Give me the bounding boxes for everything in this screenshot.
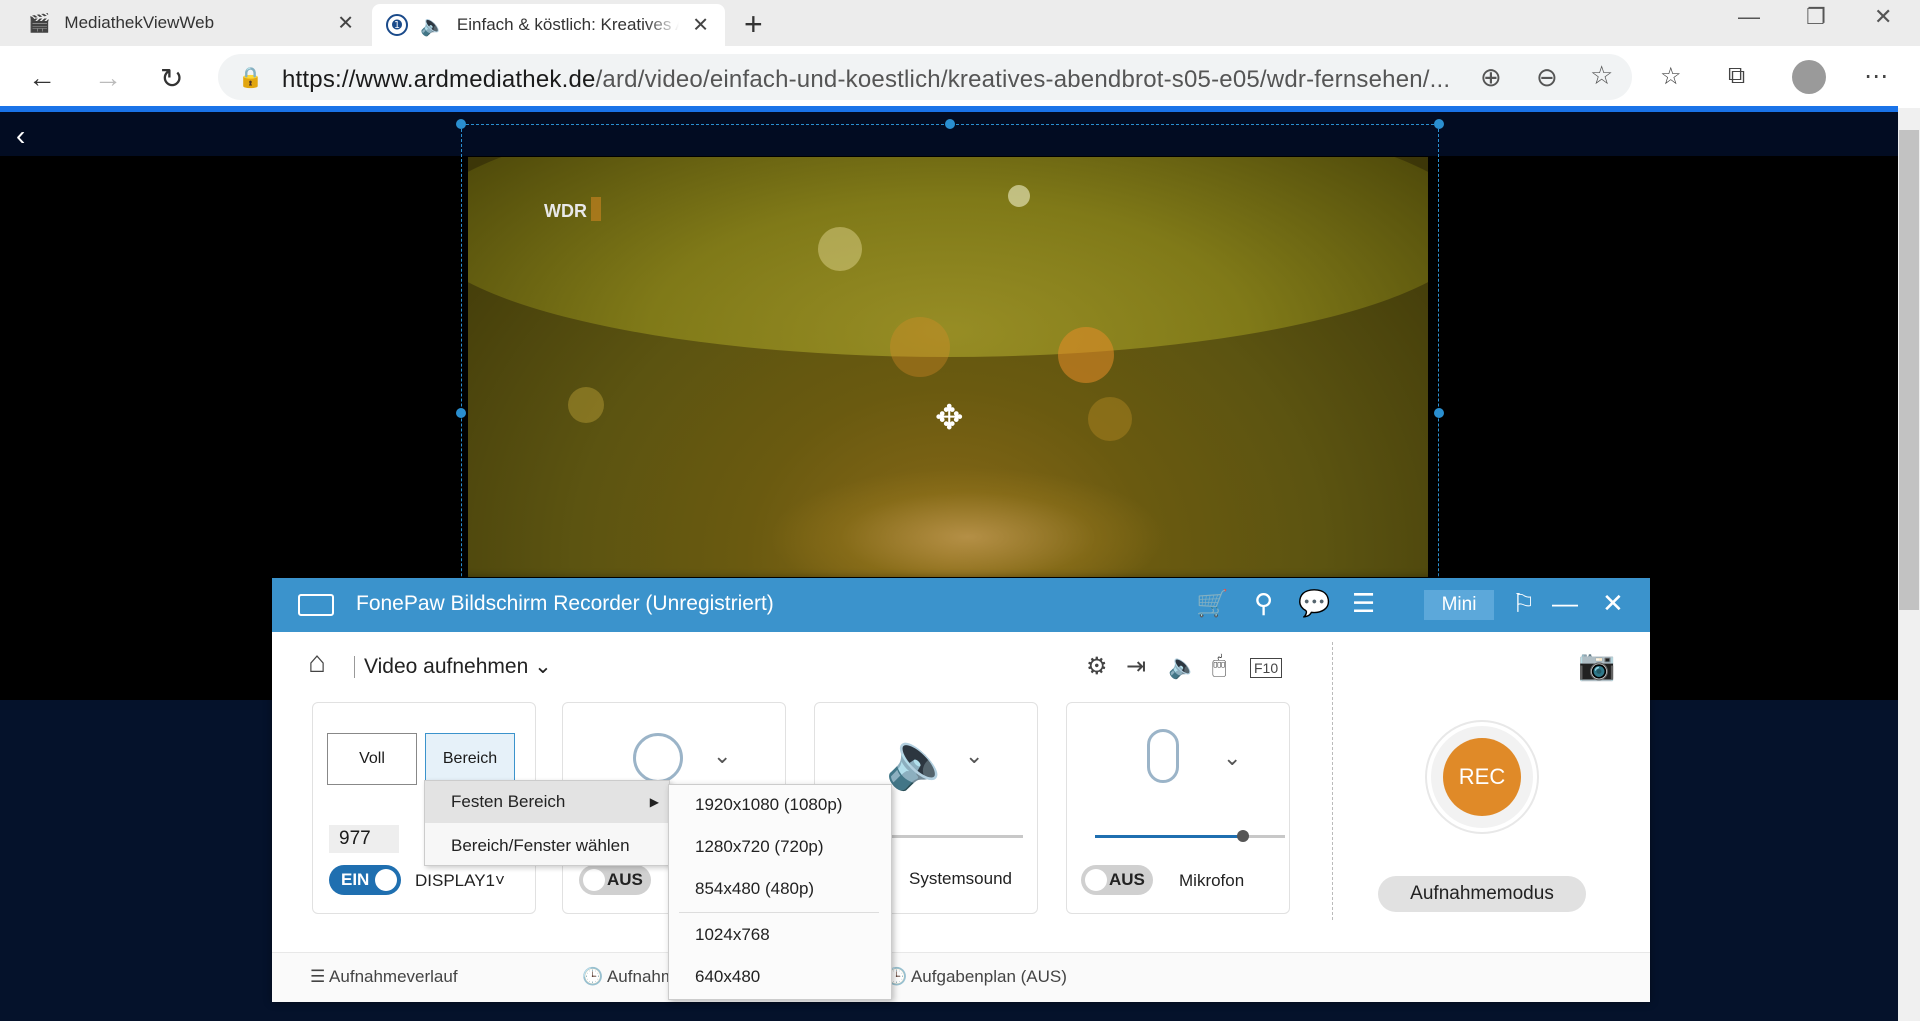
minimize-icon[interactable]: — [1552, 588, 1578, 619]
close-window-icon[interactable]: ✕ [1874, 4, 1892, 30]
rec-button[interactable]: REC [1443, 738, 1521, 816]
sound-icon[interactable]: 🔈 [1168, 652, 1198, 681]
resize-handle[interactable] [1434, 408, 1444, 418]
system-sound-label: Systemsound [909, 869, 1012, 888]
zoom-in-icon[interactable]: ⊕ [1480, 62, 1502, 93]
profile-avatar-icon[interactable] [1792, 60, 1826, 94]
width-field[interactable]: 977 [329, 825, 399, 853]
tab-strip: 🎬 MediathekViewWeb ✕ ➊ 🔈 Einfach & köstl… [0, 0, 1920, 46]
resize-handle[interactable] [456, 408, 466, 418]
speaker-icon: 🔈 [885, 728, 955, 791]
slider-knob[interactable] [1237, 830, 1250, 842]
chevron-down-icon[interactable]: ⌄ [713, 743, 731, 769]
rec-button-ring: REC [1427, 722, 1537, 832]
region-menu: Festen Bereich ▶ Bereich/Fenster wählen [424, 780, 670, 866]
tab-label: MediathekViewWeb [64, 13, 215, 32]
hotkey-icon[interactable]: F10 [1250, 658, 1283, 678]
record-length-link[interactable]: 🕒 Aufnahm [582, 967, 675, 987]
menu-item-select-window[interactable]: Bereich/Fenster wählen [425, 825, 669, 867]
system-sound-slider[interactable] [891, 835, 1023, 838]
move-icon[interactable]: ✥ [935, 398, 964, 438]
mode-dropdown[interactable]: Video aufnehmen ⌄ [354, 654, 552, 679]
screenshot-camera-icon[interactable]: 📷 [1578, 648, 1615, 683]
webcam-toggle[interactable]: AUS [579, 865, 651, 895]
menu-icon[interactable]: ☰ [1352, 588, 1375, 619]
favorites-icon[interactable]: ☆ [1660, 62, 1682, 91]
zoom-out-icon[interactable]: ⊖ [1536, 62, 1558, 93]
chevron-down-icon[interactable]: ⌄ [965, 743, 983, 769]
url-text[interactable]: https://www.ardmediathek.de/ard/video/ei… [282, 66, 1472, 94]
restore-window-icon[interactable]: ❐ [1806, 4, 1826, 30]
microphone-toggle[interactable]: AUS [1081, 865, 1153, 895]
address-bar[interactable]: 🔒 https://www.ardmediathek.de/ard/video/… [218, 54, 1632, 100]
close-tab-icon[interactable]: ✕ [692, 13, 709, 38]
minimize-window-icon[interactable]: — [1738, 4, 1760, 30]
cart-icon[interactable]: 🛒 [1196, 588, 1228, 619]
menu-item-fixed-region[interactable]: Festen Bereich ▶ [425, 781, 669, 823]
divider [1332, 642, 1333, 920]
slider-fill [1095, 835, 1244, 838]
feedback-icon[interactable]: 💬 [1298, 588, 1330, 619]
chevron-down-icon[interactable]: ⌄ [1223, 745, 1241, 771]
menu-item-640x480[interactable]: 640x480 [669, 957, 891, 997]
menu-item-720p[interactable]: 1280x720 (720p) [669, 827, 891, 867]
menu-item-480p[interactable]: 854x480 (480p) [669, 869, 891, 909]
resize-handle[interactable] [945, 119, 955, 129]
address-toolbar: ← → ↻ 🔒 https://www.ardmediathek.de/ard/… [0, 46, 1920, 108]
back-icon[interactable]: ← [28, 62, 56, 94]
resize-handle[interactable] [456, 119, 466, 129]
mini-button[interactable]: Mini [1424, 590, 1494, 620]
tab-mediathekviewweb[interactable]: 🎬 MediathekViewWeb ✕ [0, 0, 370, 46]
tab-ardmediathek[interactable]: ➊ 🔈 Einfach & köstlich: Kreatives Abendb… [372, 4, 725, 46]
microphone-slider[interactable] [1095, 830, 1285, 842]
recorder-footer: ☰ Aufnahmeverlauf 🕒 Aufnahm 🕒 Aufgabenpl… [272, 952, 1650, 1002]
microphone-icon [1147, 729, 1179, 783]
fixed-size-submenu: 1920x1080 (1080p) 1280x720 (720p) 854x48… [668, 784, 892, 1000]
history-link[interactable]: ☰ Aufnahmeverlauf [310, 967, 458, 987]
settings-icon[interactable]: ⚙ [1086, 652, 1108, 681]
reload-icon[interactable]: ↻ [160, 62, 183, 95]
more-menu-icon[interactable]: ⋯ [1864, 62, 1888, 91]
recorder-titlebar: FonePaw Bildschirm Recorder (Unregistrie… [272, 578, 1650, 632]
collections-icon[interactable]: ⧉ [1728, 62, 1745, 90]
list-icon: ☰ [310, 967, 326, 986]
recorder-toolbar: ⌂ Video aufnehmen ⌄ ⚙ ⇥ 🔈 🖱 F10 📷 [272, 632, 1650, 702]
webcam-icon [633, 733, 683, 783]
recorder-logo-icon [298, 594, 334, 616]
lock-icon[interactable]: 🔒 [238, 65, 263, 90]
clock-icon: 🕒 [582, 967, 604, 986]
record-mode-button[interactable]: Aufnahmemodus [1378, 876, 1586, 912]
menu-separator [679, 912, 879, 913]
menu-item-1024x768[interactable]: 1024x768 [669, 915, 891, 955]
close-icon[interactable]: ✕ [1602, 588, 1624, 619]
mouse-icon[interactable]: 🖱 [1212, 652, 1226, 680]
scrollbar-thumb[interactable] [1899, 130, 1919, 610]
speaker-icon[interactable]: 🔈 [420, 13, 445, 38]
home-icon[interactable]: ⌂ [308, 646, 326, 680]
ard-favicon-icon: ➊ [386, 14, 408, 36]
resize-handle[interactable] [1434, 119, 1444, 129]
submenu-arrow-icon: ▶ [649, 795, 659, 809]
clapperboard-icon: 🎬 [28, 12, 51, 33]
add-favorite-icon[interactable]: ☆ [1590, 60, 1613, 91]
chevron-down-icon: ⌄ [534, 655, 552, 678]
new-tab-icon[interactable]: + [744, 6, 763, 43]
microphone-card: ⌄ AUS Mikrofon [1066, 702, 1290, 914]
menu-item-1080p[interactable]: 1920x1080 (1080p) [669, 785, 891, 825]
recorder-title: FonePaw Bildschirm Recorder (Unregistrie… [356, 592, 774, 615]
key-icon[interactable]: ⚲ [1254, 588, 1273, 619]
schedule-link[interactable]: 🕒 Aufgabenplan (AUS) [886, 967, 1067, 987]
chevron-down-icon: ˅ [495, 871, 505, 890]
chevron-left-icon[interactable]: ‹ [16, 120, 25, 152]
tab-label: Einfach & köstlich: Kreatives Abendbrot [456, 15, 679, 34]
close-tab-icon[interactable]: ✕ [337, 11, 354, 36]
pin-icon[interactable]: ⚐ [1512, 588, 1535, 619]
export-icon[interactable]: ⇥ [1126, 652, 1146, 681]
display-select[interactable]: DISPLAY1˅ [415, 871, 505, 891]
forward-icon[interactable]: → [94, 62, 122, 94]
microphone-label: Mikrofon [1179, 871, 1245, 890]
region-button[interactable]: Bereich [425, 733, 515, 785]
area-toggle[interactable]: EIN [329, 865, 401, 895]
full-screen-button[interactable]: Voll [327, 733, 417, 785]
